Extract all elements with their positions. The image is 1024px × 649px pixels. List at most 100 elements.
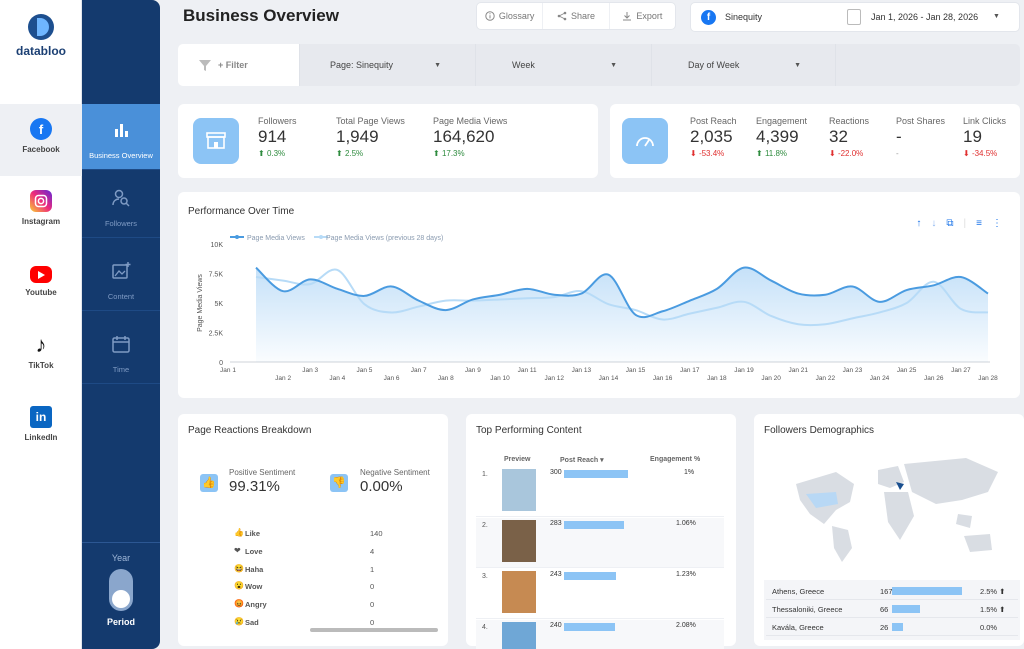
negative-sentiment-value: 0.00%: [360, 478, 403, 495]
thumbs-up-icon: 👍: [200, 474, 218, 492]
social-label: Facebook: [0, 145, 82, 154]
y-tick-label: 5K: [214, 301, 223, 308]
nav-item-time[interactable]: Time: [82, 318, 160, 384]
table-row[interactable]: 3.2431.23%: [476, 569, 724, 619]
kpi-engagement: Engagement 4,399 ⬆ 11.8%: [756, 116, 807, 158]
social-item-instagram[interactable]: Instagram: [0, 176, 82, 248]
angry-reaction-icon: 😡: [234, 599, 244, 608]
reaction-value: 0: [370, 618, 374, 627]
account-date-selector[interactable]: f Sinequity Jan 1, 2026 - Jan 28, 2026 ▼: [690, 2, 1020, 32]
post-reach-value: 240: [550, 622, 562, 629]
legend-label-previous: Page Media Views (previous 28 days): [326, 235, 443, 242]
post-preview-image[interactable]: [502, 622, 536, 649]
facebook-icon: f: [30, 118, 52, 140]
follower-count: 26: [880, 623, 888, 632]
day-of-week-filter-dropdown[interactable]: Day of Week ▼: [652, 44, 836, 86]
post-reach-value: 243: [550, 571, 562, 578]
col-post-reach[interactable]: Post Reach ▾: [560, 456, 604, 464]
top-content-title: Top Performing Content: [476, 425, 582, 436]
page-filter-dropdown[interactable]: Page: Sinequity ▼: [300, 44, 476, 86]
add-filter-button[interactable]: + Filter: [178, 44, 300, 86]
city-name: Thessaloniki, Greece: [772, 605, 842, 614]
table-row[interactable]: 4.2402.08%: [476, 620, 724, 649]
kpi-label: Link Clicks: [963, 116, 1006, 126]
filter-bar: + Filter Page: Sinequity ▼ Week ▼ Day of…: [178, 44, 1020, 86]
kpi-label: Reactions: [829, 116, 869, 126]
post-preview-image[interactable]: [502, 469, 536, 511]
reactions-card: Page Reactions Breakdown 👍 Positive Sent…: [178, 414, 448, 646]
glossary-button[interactable]: Glossary: [477, 3, 543, 29]
kpi-delta: ⬇ -53.4%: [690, 149, 737, 158]
week-filter-label: Week: [512, 60, 535, 70]
kpi-delta: -: [896, 149, 945, 158]
engagement-value: 2.08%: [676, 622, 696, 629]
period-label: Period: [82, 617, 160, 627]
reaction-label: Like: [245, 529, 260, 538]
horizontal-scrollbar[interactable]: [310, 628, 438, 632]
follower-count: 167: [880, 587, 893, 596]
export-button[interactable]: Export: [610, 3, 675, 29]
x-tick-label: Jan 19: [734, 367, 754, 374]
follower-pct: 1.5% ⬆: [980, 605, 1005, 614]
year-period-toggle[interactable]: [109, 569, 133, 611]
kpi-label: Engagement: [756, 116, 807, 126]
engagement-value: 1.23%: [676, 571, 696, 578]
x-tick-label: Jan 4: [329, 375, 345, 382]
row-rank: 1.: [482, 471, 488, 478]
kpi-value: 4,399: [756, 127, 807, 147]
x-tick-label: Jan 7: [411, 367, 427, 374]
world-map[interactable]: [766, 444, 1016, 564]
instagram-icon: [30, 190, 52, 212]
performance-chart: 02.5K5K7.5K10KPage Media ViewsJan 1Jan 2…: [178, 192, 1020, 398]
col-engagement[interactable]: Engagement %: [650, 456, 700, 463]
reaction-label: Angry: [245, 600, 267, 609]
demographics-title: Followers Demographics: [764, 425, 874, 436]
kpi-value: 914: [258, 127, 297, 147]
social-item-facebook[interactable]: f Facebook: [0, 104, 82, 176]
brand-logo[interactable]: databloo: [0, 14, 82, 58]
tiktok-icon: ♪: [30, 334, 52, 356]
share-button[interactable]: Share: [543, 3, 609, 29]
day-of-week-filter-label: Day of Week: [688, 60, 739, 70]
x-tick-label: Jan 5: [356, 367, 372, 374]
kpi-delta: ⬆ 2.5%: [336, 149, 405, 158]
period-toggle-group: Year Period: [82, 542, 160, 627]
chevron-down-icon: ▼: [993, 13, 1000, 20]
x-tick-label: Jan 6: [384, 375, 400, 382]
calendar-icon: [111, 334, 131, 354]
social-item-linkedin[interactable]: in LinkedIn: [0, 392, 82, 464]
positive-sentiment-value: 99.31%: [229, 478, 280, 495]
nav-item-business-overview[interactable]: Business Overview: [82, 104, 160, 170]
social-label: TikTok: [0, 361, 82, 370]
follower-bar: [892, 587, 962, 595]
nav-label: Followers: [82, 219, 160, 228]
social-item-youtube[interactable]: Youtube: [0, 248, 82, 320]
kpi-value: 19: [963, 127, 1006, 147]
row-rank: 2.: [482, 522, 488, 529]
nav-label: Business Overview: [82, 151, 160, 160]
export-label: Export: [636, 11, 662, 21]
kpi-label: Followers: [258, 116, 297, 126]
col-preview[interactable]: Preview: [504, 456, 530, 463]
social-item-tiktok[interactable]: ♪ TikTok: [0, 320, 82, 392]
x-tick-label: Jan 11: [518, 367, 537, 374]
city-name: Kavála, Greece: [772, 623, 824, 632]
post-preview-image[interactable]: [502, 520, 536, 562]
nav-item-content[interactable]: Content: [82, 245, 160, 311]
post-preview-image[interactable]: [502, 571, 536, 613]
engagement-value: 1.06%: [676, 520, 696, 527]
nav-item-followers[interactable]: Followers: [82, 172, 160, 238]
x-tick-label: Jan 21: [788, 367, 808, 374]
calendar-icon: [847, 9, 861, 25]
table-row[interactable]: 2.2831.06%: [476, 518, 724, 568]
y-tick-label: 10K: [211, 242, 224, 249]
week-filter-dropdown[interactable]: Week ▼: [476, 44, 652, 86]
glossary-label: Glossary: [499, 11, 535, 21]
image-add-icon: [111, 261, 131, 281]
table-row[interactable]: 1.3001%: [476, 467, 724, 517]
follower-pct: 0.0%: [980, 623, 997, 632]
kpi-label: Post Reach: [690, 116, 737, 126]
kpi-card-audience: Followers 914 ⬆ 0.3% Total Page Views 1,…: [178, 104, 598, 178]
x-tick-label: Jan 8: [438, 375, 454, 382]
x-tick-label: Jan 18: [707, 375, 727, 382]
